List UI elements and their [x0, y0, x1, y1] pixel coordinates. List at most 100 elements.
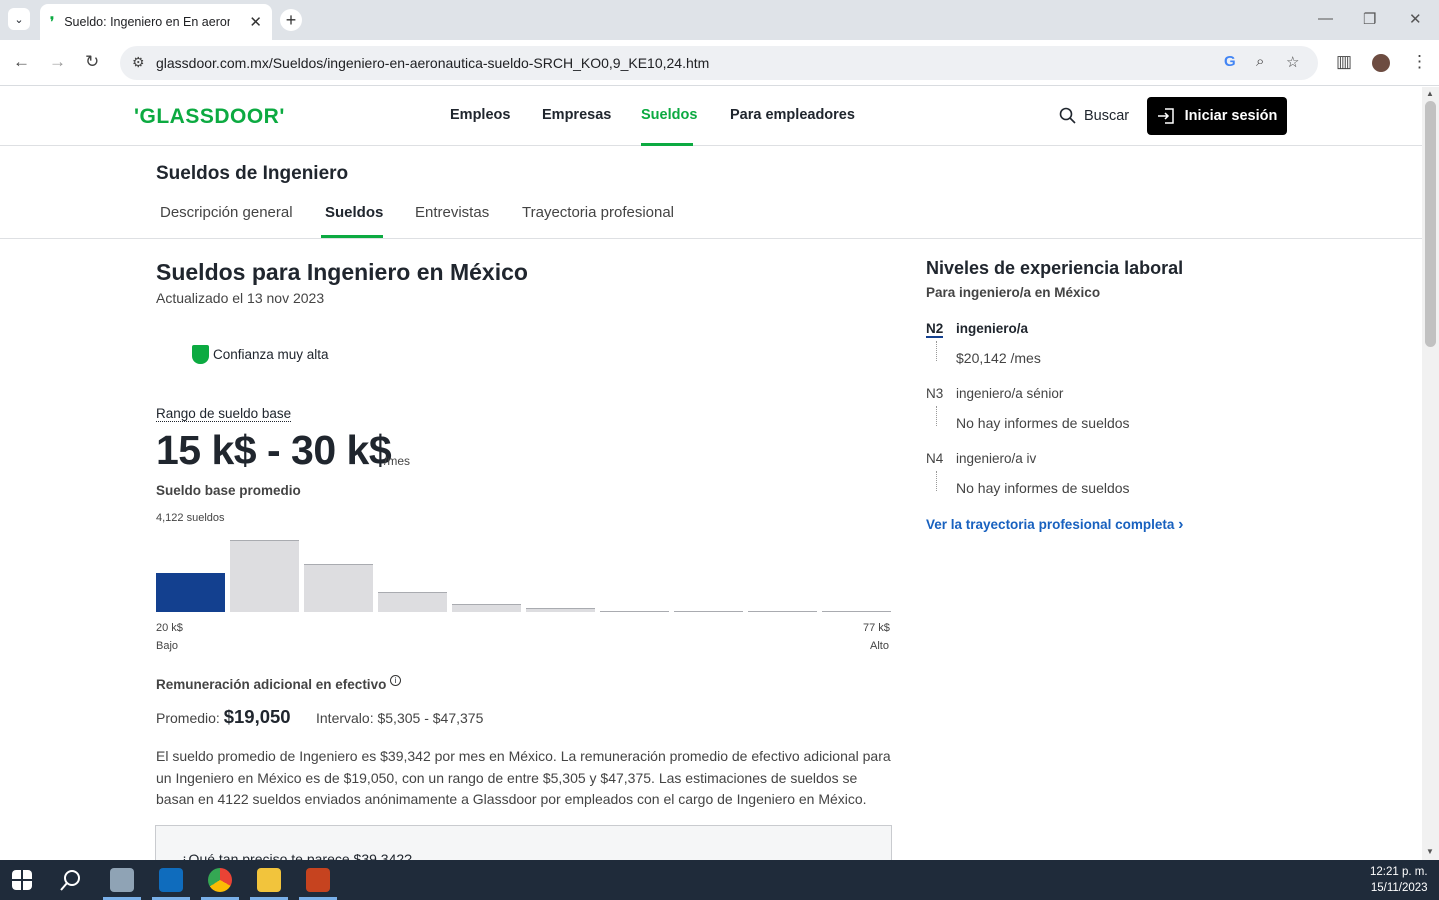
histogram-bar: [674, 611, 743, 612]
histogram-bar: [526, 608, 595, 612]
back-icon[interactable]: ←: [13, 52, 30, 72]
web-page: 'GLASSDOOR' Empleos Empresas Sueldos Par…: [0, 87, 1422, 860]
side-panel-icon[interactable]: ▥: [1336, 52, 1352, 72]
occupation-subheader: Sueldos de Ingeniero Descripción general…: [0, 146, 1422, 239]
level-value-n3: No hay informes de sueldos: [956, 415, 1130, 431]
browser-tab[interactable]: ❜ Sueldo: Ingeniero en En aeronáutica ✕: [40, 4, 272, 40]
app-icon[interactable]: [110, 868, 134, 892]
base-pay-range-unit: /mes: [384, 454, 411, 468]
nav-empleos[interactable]: Empleos: [450, 107, 510, 123]
clock-date: 15/11/2023: [1370, 882, 1428, 894]
additional-cash-interval: Intervalo: $5,305 - $47,375: [316, 710, 483, 726]
average-prefix: Promedio:: [156, 710, 220, 726]
scroll-down-icon[interactable]: ▼: [1426, 847, 1434, 856]
outlook-icon[interactable]: [159, 868, 183, 892]
new-tab-button[interactable]: +: [280, 9, 302, 31]
close-window-icon[interactable]: ✕: [1409, 10, 1422, 28]
system-clock[interactable]: 12:21 p. m. 15/11/2023: [1370, 864, 1428, 896]
confidence-label: Confianza muy alta: [213, 347, 329, 362]
level-connector: [936, 341, 937, 361]
occupation-title: Sueldos de Ingeniero: [156, 163, 349, 184]
histogram-bar: [156, 573, 225, 612]
nav-sueldos[interactable]: Sueldos: [641, 107, 697, 123]
nav-empresas[interactable]: Empresas: [542, 107, 611, 123]
page-scrollbar[interactable]: ▲ ▼: [1422, 87, 1439, 860]
histogram-bar: [748, 611, 817, 612]
career-path-link-label: Ver la trayectoria profesional completa: [926, 517, 1175, 532]
address-bar[interactable]: ⚙ glassdoor.com.mx/Sueldos/ingeniero-en-…: [120, 46, 1318, 80]
additional-cash-average: Promedio: $19,050: [156, 706, 291, 728]
histogram-bar: [452, 604, 521, 612]
profile-avatar[interactable]: [1372, 54, 1390, 72]
search-taskbar-icon[interactable]: [59, 868, 83, 892]
tab-sueldos[interactable]: Sueldos: [325, 204, 383, 221]
base-pay-range-label[interactable]: Rango de sueldo base: [156, 406, 292, 422]
close-tab-icon[interactable]: ✕: [249, 13, 262, 31]
search-label: Buscar: [1084, 107, 1130, 124]
tab-descripcion-general[interactable]: Descripción general: [160, 204, 293, 221]
experience-levels-subtitle: Para ingeniero/a en México: [926, 285, 1101, 300]
browser-tab-bar: ⌄ ❜ Sueldo: Ingeniero en En aeronáutica …: [0, 0, 1439, 40]
salary-description: El sueldo promedio de Ingeniero es $39,3…: [156, 748, 891, 807]
search-icon: [1059, 107, 1076, 124]
average-base-pay-label: Sueldo base promedio: [156, 483, 301, 498]
interval-value: $5,305 - $47,375: [377, 710, 484, 726]
histogram-bar: [230, 540, 299, 612]
level-name-n4[interactable]: ingeniero/a iv: [956, 451, 1036, 466]
average-value: $19,050: [223, 706, 291, 727]
reload-icon[interactable]: ↻: [85, 52, 99, 72]
level-name-n3[interactable]: ingeniero/a sénior: [956, 386, 1063, 401]
login-button[interactable]: Iniciar sesión: [1147, 97, 1287, 135]
chevron-right-icon: ›: [1178, 516, 1184, 533]
salary-count: 4,122 sueldos: [156, 512, 225, 524]
glassdoor-favicon-icon: ❜: [50, 14, 55, 29]
clock-time: 12:21 p. m.: [1370, 866, 1428, 878]
updated-date: Actualizado el 13 nov 2023: [156, 290, 325, 306]
restore-icon[interactable]: ❐: [1363, 10, 1376, 28]
career-path-link[interactable]: Ver la trayectoria profesional completa …: [926, 516, 1183, 534]
axis-high-label: Alto: [870, 640, 889, 652]
level-value-n4: No hay informes de sueldos: [956, 480, 1130, 496]
experience-levels-title: Niveles de experiencia laboral: [926, 258, 1184, 278]
scrollbar-thumb[interactable]: [1425, 101, 1436, 347]
tab-entrevistas[interactable]: Entrevistas: [415, 204, 489, 221]
site-header: 'GLASSDOOR' Empleos Empresas Sueldos Par…: [0, 87, 1422, 146]
tab-trayectoria-profesional[interactable]: Trayectoria profesional: [522, 204, 674, 221]
tab-title: Sueldo: Ingeniero en En aeronáutica: [64, 15, 230, 29]
axis-high-value: 77 k$: [863, 622, 890, 634]
bookmark-star-icon[interactable]: ☆: [1286, 53, 1299, 71]
interval-prefix: Intervalo:: [316, 710, 374, 726]
axis-low-value: 20 k$: [156, 622, 183, 634]
site-info-icon[interactable]: ⚙: [132, 54, 145, 71]
nav-para-empleadores[interactable]: Para empleadores: [730, 107, 855, 123]
level-value-n2: $20,142 /mes: [956, 350, 1041, 366]
tab-search-button[interactable]: ⌄: [8, 8, 30, 30]
file-explorer-icon[interactable]: [257, 868, 281, 892]
level-code-n4[interactable]: N4: [926, 451, 943, 466]
level-name-n2[interactable]: ingeniero/a: [956, 321, 1028, 336]
level-connector: [936, 406, 937, 426]
zoom-icon[interactable]: ⌕: [1256, 53, 1264, 70]
app-icon-red[interactable]: [306, 868, 330, 892]
windows-taskbar: 12:21 p. m. 15/11/2023: [0, 860, 1439, 900]
glassdoor-logo[interactable]: 'GLASSDOOR': [134, 105, 285, 129]
login-icon: [1157, 108, 1174, 124]
windows-start-icon[interactable]: [12, 870, 32, 890]
level-connector: [936, 471, 937, 491]
browser-toolbar: ← → ↻ ⚙ glassdoor.com.mx/Sueldos/ingenie…: [0, 40, 1439, 86]
confidence-shield-icon: [192, 345, 209, 364]
search-button[interactable]: Buscar: [1059, 107, 1129, 124]
chrome-icon[interactable]: [208, 868, 232, 892]
level-code-n3[interactable]: N3: [926, 386, 943, 401]
login-label: Iniciar sesión: [1184, 108, 1278, 124]
axis-low-label: Bajo: [156, 640, 179, 652]
level-code-n2[interactable]: N2: [926, 321, 944, 338]
base-pay-range-value: 15 k$ - 30 k$: [156, 427, 392, 473]
google-lens-icon[interactable]: G: [1224, 53, 1236, 70]
info-icon[interactable]: i: [390, 675, 401, 686]
scroll-up-icon[interactable]: ▲: [1426, 89, 1434, 98]
menu-dots-icon[interactable]: ⋮: [1411, 52, 1428, 72]
histogram-bar: [600, 611, 669, 612]
forward-icon[interactable]: →: [49, 52, 66, 72]
minimize-icon[interactable]: —: [1318, 10, 1333, 27]
